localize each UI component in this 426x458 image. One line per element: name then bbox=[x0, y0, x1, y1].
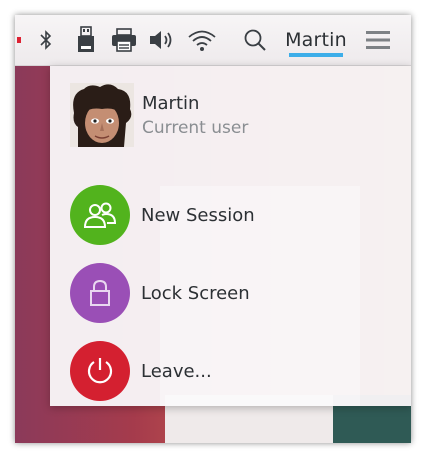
desktop-window: Martin Martin Current user New Session L… bbox=[15, 15, 411, 443]
user-switcher-button[interactable]: Martin bbox=[281, 25, 351, 55]
top-panel: Martin bbox=[15, 15, 411, 66]
leave-label: Leave... bbox=[141, 360, 212, 382]
wifi-icon[interactable] bbox=[185, 25, 219, 55]
hamburger-menu-icon[interactable] bbox=[364, 25, 392, 55]
user-avatar bbox=[70, 83, 134, 147]
new-session-label: New Session bbox=[141, 204, 255, 226]
users-icon bbox=[70, 185, 130, 245]
user-switcher-popup: Martin Current user New Session Lock Scr… bbox=[50, 66, 411, 406]
lock-screen-button[interactable]: Lock Screen bbox=[70, 263, 250, 323]
user-switcher-label: Martin bbox=[285, 29, 347, 51]
usb-drive-icon[interactable] bbox=[73, 25, 99, 55]
power-icon bbox=[70, 341, 130, 401]
search-icon[interactable] bbox=[241, 25, 269, 55]
volume-icon[interactable] bbox=[147, 25, 177, 55]
leave-button[interactable]: Leave... bbox=[70, 341, 212, 401]
current-user-row: Martin Current user bbox=[70, 83, 248, 147]
lock-screen-label: Lock Screen bbox=[141, 282, 250, 304]
active-indicator bbox=[289, 53, 343, 57]
user-name: Martin bbox=[142, 92, 200, 114]
bluetooth-icon[interactable] bbox=[35, 25, 57, 55]
new-session-button[interactable]: New Session bbox=[70, 185, 255, 245]
tray-edge-icon bbox=[15, 35, 23, 45]
printer-icon[interactable] bbox=[109, 25, 139, 55]
lock-icon bbox=[70, 263, 130, 323]
user-subtitle: Current user bbox=[142, 117, 249, 138]
